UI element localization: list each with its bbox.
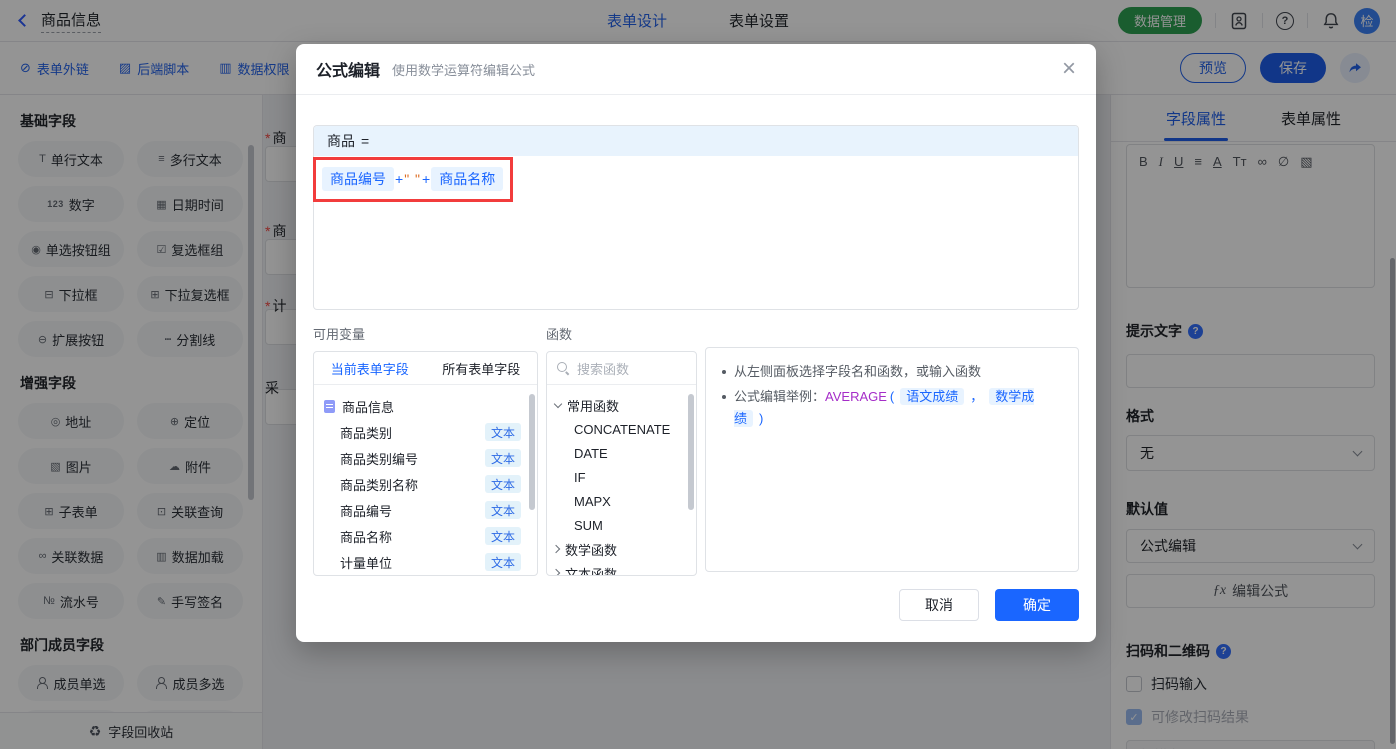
variable-type-tag: 文本: [485, 449, 521, 467]
function-item-CONCATENATE[interactable]: CONCATENATE: [547, 417, 696, 441]
variable-row-商品类别名称[interactable]: 商品类别名称 文本: [314, 471, 537, 497]
string-token: " ": [404, 171, 422, 187]
variable-name: 商品类别名称: [340, 477, 419, 493]
variables-tab-当前表单字段[interactable]: 当前表单字段: [314, 352, 426, 384]
confirm-button[interactable]: 确定: [995, 589, 1079, 621]
formula-target-field: 商品: [327, 133, 355, 149]
form-designer-app: 商品信息 表单设计 表单设置 数据管理 ? 检 ⊘ 表单外链 ▨ 后端脚本 ▥ 数据权限 预…: [0, 0, 1396, 749]
hints-box: 从左侧面板选择字段名和函数，或输入函数 公式编辑举例：AVERAGE(语文成绩，…: [705, 347, 1079, 572]
variable-type-tag: 文本: [485, 475, 521, 493]
variable-row-商品名称[interactable]: 商品名称 文本: [314, 523, 537, 549]
variables-tabs: 当前表单字段 所有表单字段: [314, 352, 537, 385]
dialog-footer: 取消 确定: [899, 589, 1079, 621]
variable-type-tag: 文本: [485, 423, 521, 441]
equals-sign: =: [361, 133, 370, 149]
example-comma: ，: [970, 389, 984, 404]
variable-row-商品类别编号[interactable]: 商品类别编号 文本: [314, 445, 537, 471]
example-paren: (: [889, 389, 895, 404]
variable-row-商品类别[interactable]: 商品类别 文本: [314, 419, 537, 445]
functions-scrollbar[interactable]: [688, 394, 694, 510]
bullet-dot: [722, 395, 726, 399]
variables-label: 可用变量: [313, 327, 366, 342]
variable-name: 商品名称: [340, 529, 393, 545]
variables-group-name: 商品信息: [342, 399, 395, 415]
formula-input-area[interactable]: 商品编号 + " " + 商品名称: [313, 156, 1078, 202]
function-item-DATE[interactable]: DATE: [547, 441, 696, 465]
function-item-SUM[interactable]: SUM: [547, 513, 696, 537]
functions-list: 常用函数 CONCATENATE DATE IF MAPX SUM 数学函数文本函数: [547, 385, 696, 576]
search-icon: [557, 362, 569, 374]
close-icon[interactable]: ×: [1062, 57, 1076, 81]
variables-tab-所有表单字段[interactable]: 所有表单字段: [426, 352, 538, 384]
function-group-文本函数[interactable]: 文本函数: [547, 561, 696, 576]
formula-field-chip[interactable]: 商品编号: [322, 167, 394, 191]
chevron-down-icon: [553, 399, 563, 408]
hint-bullet-2: 公式编辑举例：AVERAGE(语文成绩，数学成绩): [722, 386, 1062, 430]
variable-row-商品编号[interactable]: 商品编号 文本: [314, 497, 537, 523]
dialog-subtitle: 使用数学运算符编辑公式: [392, 62, 536, 78]
variables-group[interactable]: 商品信息: [314, 393, 537, 419]
functions-column: 函数 搜索函数 常用函数 CONCATENATE DATE IF MAPX SUM 数学函数…: [546, 324, 697, 576]
variables-list: 商品信息 商品类别 文本 商品类别编号 文本 商品类别名称 文本 商品编号 文本 商品名称 文本 计量…: [314, 385, 537, 575]
chevron-right-icon: [551, 544, 561, 554]
function-group-常用函数[interactable]: 常用函数: [547, 393, 696, 417]
function-group-数学函数[interactable]: 数学函数: [547, 537, 696, 561]
cancel-button[interactable]: 取消: [899, 589, 979, 621]
form-doc-icon: [324, 399, 335, 413]
formula-field-chip[interactable]: 商品名称: [431, 167, 504, 191]
function-item-IF[interactable]: IF: [547, 465, 696, 489]
dialog-title: 公式编辑: [316, 63, 381, 80]
formula-target-bar: 商品 =: [314, 126, 1078, 156]
variable-type-tag: 文本: [485, 527, 521, 545]
variable-name: 商品类别编号: [340, 451, 419, 467]
variables-column: 可用变量 当前表单字段 所有表单字段 商品信息 商品类别 文本 商品类别编号 文本 商品类别…: [313, 324, 538, 576]
bullet-dot: [722, 370, 726, 374]
functions-box: 搜索函数 常用函数 CONCATENATE DATE IF MAPX SUM 数学函数文本函…: [546, 351, 697, 576]
variable-row-计量单位[interactable]: 计量单位 文本: [314, 549, 537, 575]
formula-edit-dialog: 公式编辑 使用数学运算符编辑公式 × 商品 = 商品编号 + " " + 商品名称 可用…: [296, 44, 1096, 642]
function-group-name: 常用函数: [567, 398, 620, 414]
operator-token: +: [395, 171, 404, 187]
hints-column: . 从左侧面板选择字段名和函数，或输入函数 公式编辑举例：AVERAGE(语文成…: [705, 324, 1079, 576]
function-search-input[interactable]: 搜索函数: [547, 352, 696, 385]
variable-type-tag: 文本: [485, 553, 521, 571]
variable-name: 计量单位: [340, 555, 393, 571]
example-field-chip[interactable]: 语文成绩: [900, 388, 965, 405]
function-group-name: 文本函数: [565, 566, 618, 576]
variable-name: 商品类别: [340, 425, 393, 441]
function-group-name: 数学函数: [565, 542, 618, 558]
variable-type-tag: 文本: [485, 501, 521, 519]
formula-editor: 商品 = 商品编号 + " " + 商品名称: [313, 125, 1079, 310]
hint-bullet-1: 从左侧面板选择字段名和函数，或输入函数: [722, 361, 1062, 383]
example-function-name: AVERAGE: [825, 389, 887, 404]
function-item-MAPX[interactable]: MAPX: [547, 489, 696, 513]
variable-name: 商品编号: [340, 503, 393, 519]
chevron-right-icon: [551, 568, 561, 575]
variables-scrollbar[interactable]: [529, 394, 535, 510]
search-placeholder: 搜索函数: [577, 361, 630, 377]
variables-box: 当前表单字段 所有表单字段 商品信息 商品类别 文本 商品类别编号 文本 商品类别名称 文本商…: [313, 351, 538, 576]
functions-label: 函数: [546, 327, 573, 342]
dialog-panels: 可用变量 当前表单字段 所有表单字段 商品信息 商品类别 文本 商品类别编号 文本 商品类别…: [313, 324, 1079, 576]
formula-expression: 商品编号 + " " + 商品名称: [322, 167, 1070, 191]
operator-token: +: [422, 171, 431, 187]
example-paren: ): [759, 411, 764, 426]
dialog-header: 公式编辑 使用数学运算符编辑公式 ×: [296, 44, 1096, 95]
